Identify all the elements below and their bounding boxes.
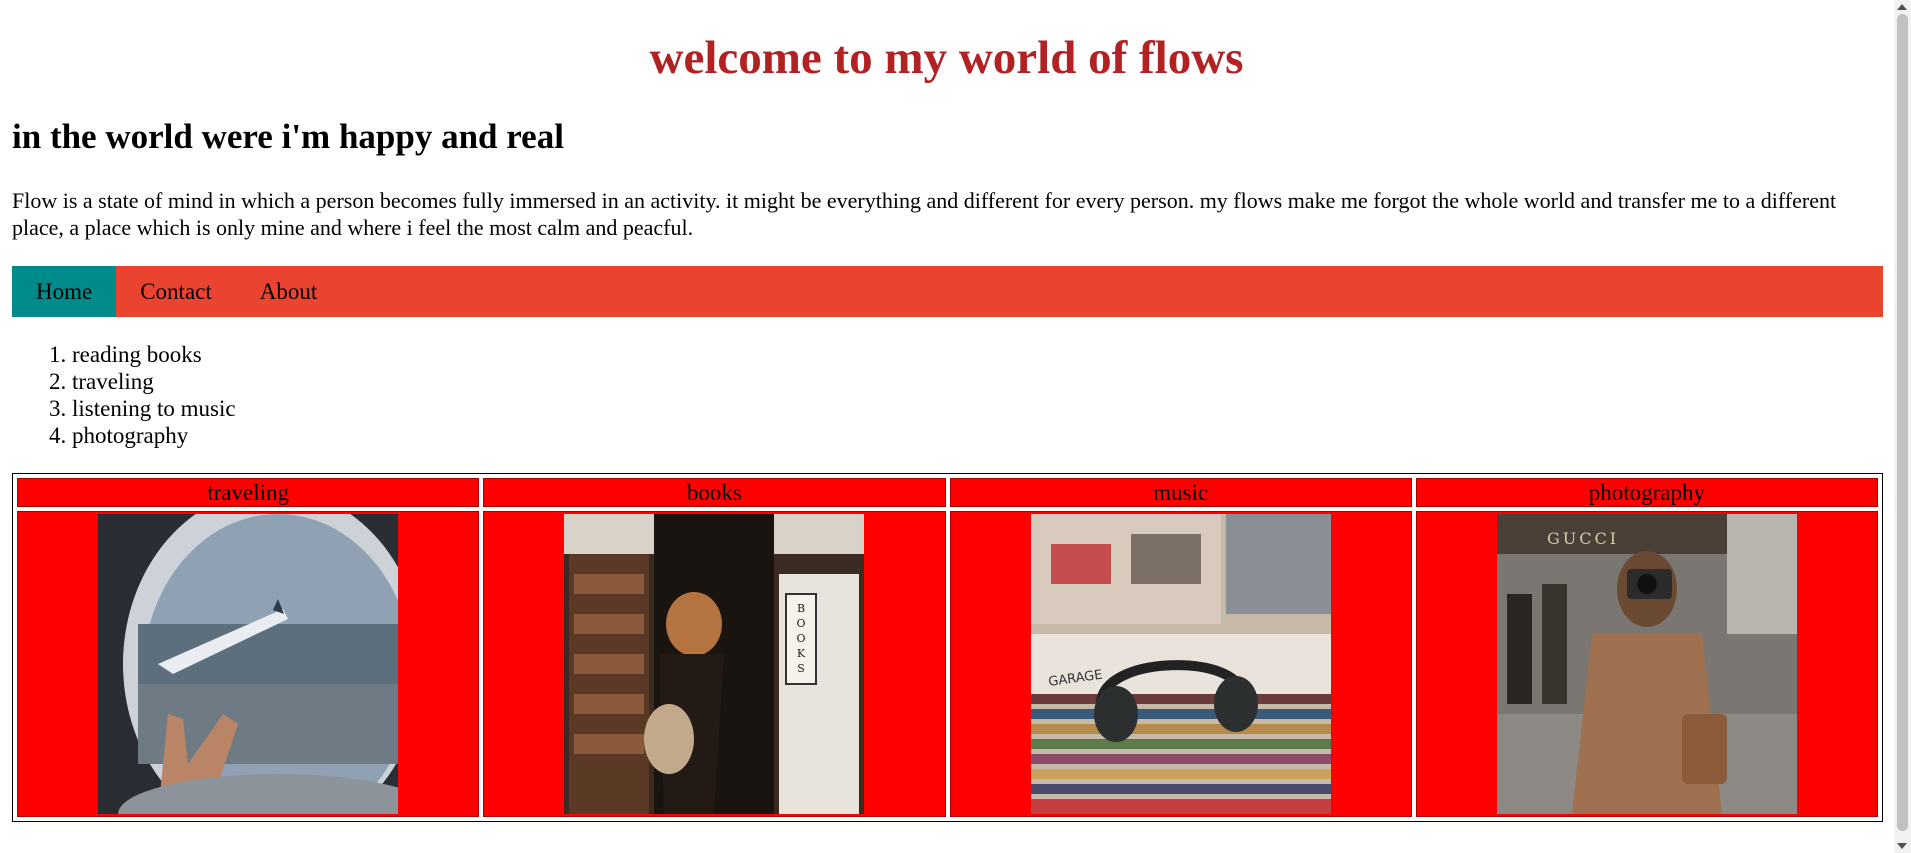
table-cell: GUCCI (1415, 511, 1878, 817)
vertical-scrollbar[interactable] (1894, 0, 1911, 853)
table-cell: B O O K S (483, 511, 946, 817)
table-row: B O O K S GARAGE GUCCI (17, 511, 1878, 817)
list-item: reading books (72, 341, 236, 368)
table-header-cell: photography (1415, 478, 1878, 507)
nav-contact-link[interactable]: Contact (116, 266, 236, 317)
gucci-sign: GUCCI (1547, 529, 1619, 548)
table-header-cell: books (483, 478, 946, 507)
table-header-cell: traveling (17, 478, 480, 507)
books-sign-letter-1: B (797, 602, 805, 615)
books-sign-letter-4: K (797, 647, 806, 660)
page-subtitle: in the world were i'm happy and real (12, 117, 564, 156)
intro-paragraph: Flow is a state of mind in which a perso… (12, 188, 1837, 240)
table-cell: GARAGE (949, 511, 1412, 817)
flows-list: reading books traveling listening to mus… (24, 341, 236, 449)
scroll-thumb[interactable] (1897, 14, 1908, 831)
woman-camera-photo: GUCCI (1496, 514, 1797, 814)
table-header-row: traveling books music photography (17, 478, 1878, 507)
table-cell (17, 511, 480, 817)
scroll-up-arrow-icon[interactable] (1897, 4, 1907, 10)
page-title: welcome to my world of flows (649, 32, 1244, 84)
navbar: Home Contact About (12, 266, 1883, 317)
bookstore-photo: B O O K S (564, 514, 865, 814)
nav-home-link[interactable]: Home (12, 266, 117, 317)
scroll-down-arrow-icon[interactable] (1897, 843, 1907, 849)
list-item: traveling (72, 368, 236, 395)
list-item: listening to music (72, 395, 236, 422)
list-item: photography (72, 422, 236, 449)
books-sign-letter-3: O (797, 632, 806, 645)
table-header-cell: music (949, 478, 1412, 507)
books-sign-letter-5: S (798, 662, 806, 675)
nav-about-link[interactable]: About (236, 266, 342, 317)
vinyl-headphones-photo: GARAGE (1030, 514, 1331, 814)
books-sign-letter-2: O (797, 617, 806, 630)
gallery-table: traveling books music photography B O O … (12, 473, 1883, 822)
airplane-window-photo (98, 514, 399, 814)
